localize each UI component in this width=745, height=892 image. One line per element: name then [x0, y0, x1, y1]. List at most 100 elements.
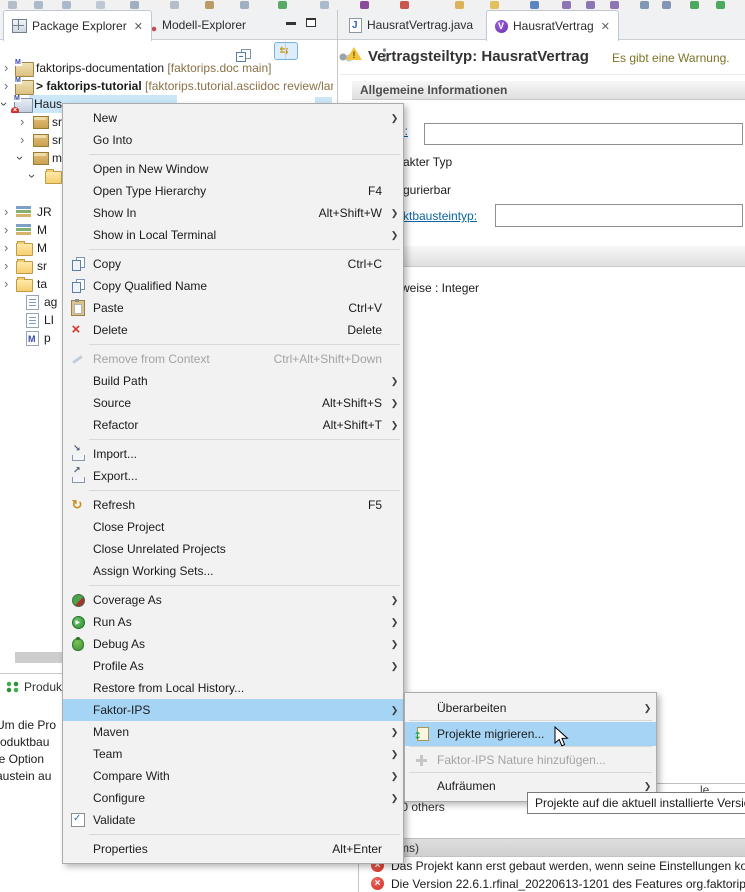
close-icon[interactable]: ✕	[601, 20, 610, 33]
menu-item-paste[interactable]: Paste Ctrl+V	[63, 297, 403, 319]
toolbar-icon-fragment[interactable]	[360, 1, 369, 9]
maximize-view-icon[interactable]	[306, 18, 316, 27]
menu-item-label: Open in New Window	[93, 162, 209, 176]
toolbar-icon-fragment[interactable]	[640, 1, 649, 9]
menu-item-close-unrelated-projects[interactable]: Close Unrelated Projects	[63, 538, 403, 560]
tree-item[interactable]: faktorips-documentation [faktorips.doc m…	[0, 59, 333, 77]
submenu-arrow-icon	[388, 207, 401, 219]
chevron-expanded-icon[interactable]	[0, 102, 11, 106]
product-component-type-input[interactable]	[495, 204, 743, 227]
menu-item-export[interactable]: Export...	[63, 465, 403, 487]
menu-item-team[interactable]: Team	[63, 743, 403, 765]
chevron-right-icon[interactable]	[4, 205, 8, 219]
menu-item-build-path[interactable]: Build Path	[63, 370, 403, 392]
tab-modell-explorer[interactable]: Modell-Explorer	[136, 10, 259, 40]
toolbar-icon-fragment[interactable]	[586, 1, 595, 9]
menu-item-maven[interactable]: Maven	[63, 721, 403, 743]
menu-item-configure[interactable]: Configure	[63, 787, 403, 809]
toolbar-icon-fragment[interactable]	[530, 1, 539, 9]
menu-item-debug-as[interactable]: Debug As	[63, 633, 403, 655]
chevron-right-icon[interactable]	[20, 133, 24, 147]
menu-item-assign-working-sets[interactable]: Assign Working Sets...	[63, 560, 403, 582]
menu-item-close-project[interactable]: Close Project	[63, 516, 403, 538]
chevron-right-icon[interactable]	[4, 277, 8, 291]
menu-item-label: Go Into	[93, 133, 133, 147]
tree-item-label: p	[44, 331, 51, 345]
menu-item-compare-with[interactable]: Compare With	[63, 765, 403, 787]
submenu-item-nature-hinzufuegen[interactable]: Faktor-IPS Nature hinzufügen...	[405, 748, 656, 772]
menu-item-new[interactable]: New	[63, 107, 403, 129]
tab-hausratvertrag[interactable]: HausratVertrag ✕	[486, 10, 619, 41]
toolbar-icon-fragment[interactable]	[320, 1, 329, 9]
problem-row[interactable]: Die Version 22.6.1.rfinal_20220613-1201 …	[359, 875, 745, 892]
problems-group-header[interactable]: s (2 items)	[359, 838, 745, 857]
chevron-right-icon[interactable]	[4, 259, 8, 273]
submenu-item-projekte-migrieren[interactable]: Projekte migrieren...	[405, 722, 656, 746]
close-icon[interactable]: ✕	[134, 20, 143, 33]
toolbar-icon-fragment[interactable]	[690, 1, 699, 9]
chevron-right-icon[interactable]	[4, 61, 8, 75]
menu-item-refactor[interactable]: Refactor Alt+Shift+T	[63, 414, 403, 436]
menu-item-validate[interactable]: Validate	[63, 809, 403, 831]
menu-item-profile-as[interactable]: Profile As	[63, 655, 403, 677]
chevron-expanded-icon[interactable]	[25, 174, 39, 178]
attribute-list-item[interactable]: weise : Integer	[401, 281, 479, 295]
tree-item[interactable]: > faktorips-tutorial [faktorips.tutorial…	[0, 77, 333, 95]
toolbar-icon-fragment[interactable]	[662, 1, 671, 9]
tab-package-explorer[interactable]: Package Explorer ✕	[3, 10, 152, 41]
menu-item-properties[interactable]: Properties Alt+Enter	[63, 838, 403, 860]
menu-item-label: Configure	[93, 791, 146, 805]
source-folder-icon	[33, 152, 49, 165]
chevron-expanded-icon[interactable]	[13, 156, 27, 160]
menu-item-delete[interactable]: Delete Delete	[63, 319, 403, 341]
toolbar-icon-fragment[interactable]	[610, 1, 619, 9]
toolbar-icon-fragment[interactable]	[62, 1, 71, 9]
toolbar-icon-fragment[interactable]	[130, 1, 139, 9]
menu-item-open-in-new-window[interactable]: Open in New Window	[63, 158, 403, 180]
menu-item-coverage-as[interactable]: Coverage As	[63, 589, 403, 611]
toolbar-icon-fragment[interactable]	[278, 1, 287, 9]
chevron-right-icon[interactable]	[20, 115, 24, 129]
tab-produkt-view[interactable]: Produkt	[0, 678, 65, 698]
toolbar-icon-fragment[interactable]	[34, 1, 43, 9]
menu-item-open-type-hierarchy[interactable]: Open Type Hierarchy F4	[63, 180, 403, 202]
chevron-right-icon[interactable]	[4, 223, 8, 237]
toolbar-icon-fragment[interactable]	[455, 1, 464, 9]
link-with-editor-icon[interactable]	[274, 42, 299, 60]
menu-item-copy-qualified-name[interactable]: Copy Qualified Name	[63, 275, 403, 297]
menu-item-show-in-local-terminal[interactable]: Show in Local Terminal	[63, 224, 403, 246]
menu-item-accelerator: F5	[367, 498, 382, 512]
menu-item-faktor-ips[interactable]: Faktor-IPS	[63, 699, 403, 721]
supertype-input[interactable]	[424, 123, 743, 145]
menu-item-show-in[interactable]: Show In Alt+Shift+W	[63, 202, 403, 224]
chevron-right-icon[interactable]	[4, 241, 8, 255]
menu-item-import[interactable]: Import...	[63, 443, 403, 465]
section-header-general[interactable]: Allgemeine Informationen	[352, 81, 745, 100]
toolbar-icon-fragment[interactable]	[490, 1, 499, 9]
menu-item-run-as[interactable]: Run As	[63, 611, 403, 633]
menu-item-remove-from-context[interactable]: Remove from Context Ctrl+Alt+Shift+Down	[63, 348, 403, 370]
toolbar-icon-fragment[interactable]	[205, 1, 214, 9]
menu-item-restore-from-local-history[interactable]: Restore from Local History...	[63, 677, 403, 699]
menu-item-source[interactable]: Source Alt+Shift+S	[63, 392, 403, 414]
toolbar-icon-fragment[interactable]	[96, 1, 105, 9]
horizontal-scrollbar-thumb[interactable]	[15, 652, 63, 663]
tree-item-label: faktorips-documentation	[36, 61, 165, 75]
product-component-type-link[interactable]: ktbausteintyp:	[403, 209, 477, 223]
menu-item-refresh[interactable]: Refresh F5	[63, 494, 403, 516]
problem-row[interactable]: Das Projekt kann erst gebaut werden, wen…	[359, 857, 745, 875]
submenu-item-ueberarbeiten[interactable]: Überarbeiten	[405, 696, 656, 720]
toolbar-icon-fragment[interactable]	[562, 1, 571, 9]
toolbar-icon-fragment[interactable]	[400, 1, 409, 9]
section-header-attributes[interactable]	[352, 246, 745, 267]
menu-item-copy[interactable]: Copy Ctrl+C	[63, 253, 403, 275]
tab-hausratvertrag-java[interactable]: HausratVertrag.java	[341, 10, 486, 40]
menu-item-go-into[interactable]: Go Into	[63, 129, 403, 151]
minimize-view-icon[interactable]	[286, 22, 297, 31]
toolbar-icon-fragment[interactable]	[8, 1, 17, 9]
toolbar-icon-fragment[interactable]	[716, 1, 725, 9]
toolbar-icon-fragment[interactable]	[240, 1, 249, 9]
chevron-right-icon[interactable]	[4, 79, 8, 93]
coverage-icon	[71, 593, 85, 607]
toolbar-icon-fragment[interactable]	[170, 1, 179, 9]
